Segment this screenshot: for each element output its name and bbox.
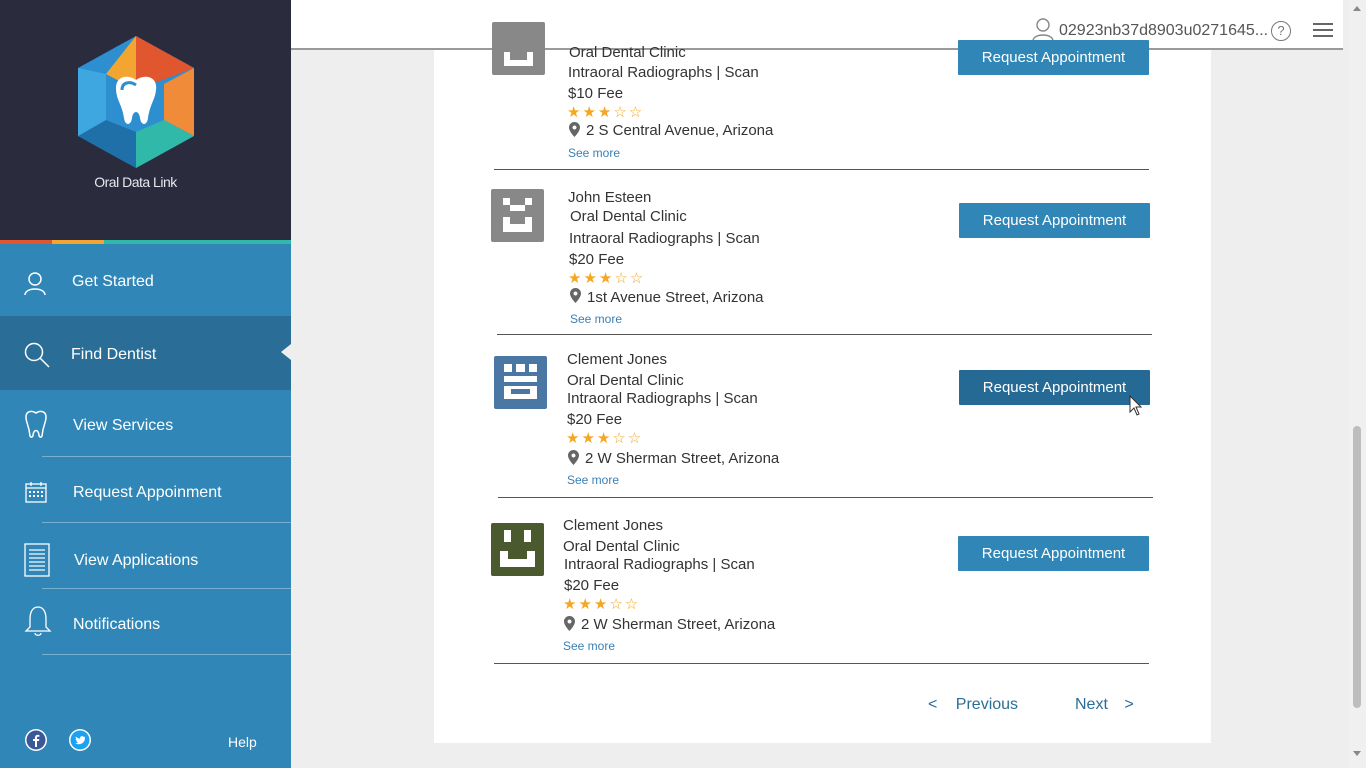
dentist-avatar — [494, 356, 547, 409]
dentist-name: Clement Jones — [563, 517, 664, 534]
mouse-cursor-icon — [1129, 395, 1143, 416]
calendar-icon — [25, 482, 47, 503]
dentist-fee: $20 Fee — [567, 411, 623, 428]
nav-view-services[interactable]: View Services — [0, 390, 291, 456]
scroll-thumb[interactable] — [1353, 426, 1361, 708]
dentist-avatar — [491, 189, 544, 242]
dentist-fee: $20 Fee — [564, 577, 620, 594]
dentist-fee: $10 Fee — [568, 85, 624, 102]
dentist-clinic: Oral Dental Clinic — [570, 208, 687, 225]
tooth-icon — [25, 410, 47, 438]
dentist-fee: $20 Fee — [569, 251, 625, 268]
nav-label: View Services — [73, 417, 174, 434]
chevron-right-icon: > — [1124, 696, 1134, 713]
user-icon[interactable] — [1032, 18, 1054, 42]
dentist-service: Intraoral Radiographs | Scan — [568, 64, 759, 81]
nav-request-appointment[interactable]: Request Appoinment — [0, 457, 291, 522]
nav-get-started[interactable]: Get Started — [0, 244, 291, 316]
row-divider — [497, 334, 1152, 335]
request-appointment-button[interactable]: Request Appointment — [959, 370, 1150, 405]
nav-label: Notifications — [73, 616, 161, 633]
help-icon[interactable]: ? — [1271, 21, 1291, 41]
dentist-clinic: Oral Dental Clinic — [567, 372, 684, 389]
help-link[interactable]: Help — [228, 734, 257, 750]
see-more-link[interactable]: See more — [568, 146, 620, 160]
previous-page-button[interactable]: < Previous — [928, 696, 1018, 714]
row-divider — [494, 663, 1149, 664]
dentist-clinic: Oral Dental Clinic — [563, 538, 680, 555]
row-divider — [498, 497, 1153, 498]
dentist-service: Intraoral Radiographs | Scan — [569, 230, 760, 247]
next-page-button[interactable]: Next > — [1075, 696, 1134, 714]
rating-stars: ★★★☆☆ — [568, 270, 646, 287]
social-links: Help — [0, 726, 291, 756]
facebook-icon[interactable] — [25, 729, 47, 751]
nav-label: Request Appoinment — [73, 484, 222, 501]
rating-stars: ★★★☆☆ — [563, 596, 641, 613]
brand-name: Oral Data Link — [94, 174, 177, 190]
dentist-clinic: Oral Dental Clinic — [569, 44, 686, 61]
nav-label: Find Dentist — [71, 346, 157, 363]
dentist-name: Clement Jones — [567, 351, 668, 368]
dentist-address: 2 W Sherman Street, Arizona — [585, 450, 780, 467]
search-icon — [24, 342, 50, 368]
twitter-icon[interactable] — [69, 729, 91, 751]
request-appointment-button[interactable]: Request Appointment — [958, 536, 1149, 571]
bell-icon — [24, 606, 52, 636]
scroll-down-arrow-icon[interactable] — [1353, 751, 1361, 756]
see-more-link[interactable]: See more — [567, 473, 619, 487]
nav-divider — [42, 654, 291, 655]
dentist-service: Intraoral Radiographs | Scan — [567, 390, 758, 407]
nav-label: Get Started — [72, 273, 154, 290]
next-label: Next — [1075, 696, 1108, 713]
dentist-address: 1st Avenue Street, Arizona — [587, 289, 764, 306]
dentist-avatar — [492, 22, 545, 75]
chevron-left-icon: < — [928, 696, 938, 713]
dentist-name: John Esteen — [568, 189, 652, 206]
oral-data-link-logo — [78, 36, 194, 168]
sidebar: Oral Data Link Get Started Find Dentist … — [0, 0, 291, 768]
location-pin-icon — [570, 288, 581, 303]
dentist-address: 2 S Central Avenue, Arizona — [586, 122, 774, 139]
user-id[interactable]: 02923nb37d8903u0271645... — [1059, 22, 1268, 40]
location-pin-icon — [564, 616, 575, 631]
request-appointment-button[interactable]: Request Appointment — [958, 40, 1149, 75]
nav-notifications[interactable]: Notifications — [0, 589, 291, 654]
previous-label: Previous — [955, 696, 1019, 713]
dentist-service: Intraoral Radiographs | Scan — [564, 556, 755, 573]
hamburger-menu-icon[interactable] — [1313, 23, 1333, 41]
user-icon — [24, 272, 46, 296]
nav-find-dentist[interactable]: Find Dentist — [0, 316, 291, 390]
logo-area: Oral Data Link — [0, 0, 291, 240]
nav-view-applications[interactable]: View Applications — [0, 523, 291, 588]
scroll-up-arrow-icon[interactable] — [1353, 6, 1361, 11]
dentist-address: 2 W Sherman Street, Arizona — [581, 616, 776, 633]
row-divider — [494, 169, 1149, 170]
top-bar: 02923nb37d8903u0271645... ? — [291, 0, 1343, 50]
request-appointment-button[interactable]: Request Appointment — [959, 203, 1150, 238]
location-pin-icon — [569, 122, 580, 137]
see-more-link[interactable]: See more — [570, 312, 622, 326]
see-more-link[interactable]: See more — [563, 639, 615, 653]
rating-stars: ★★★☆☆ — [567, 104, 645, 121]
nav-label: View Applications — [74, 552, 199, 569]
document-icon — [24, 543, 50, 577]
location-pin-icon — [568, 450, 579, 465]
active-indicator — [281, 344, 291, 360]
scrollbar[interactable] — [1349, 0, 1366, 768]
dentist-avatar — [491, 523, 544, 576]
rating-stars: ★★★☆☆ — [566, 430, 644, 447]
